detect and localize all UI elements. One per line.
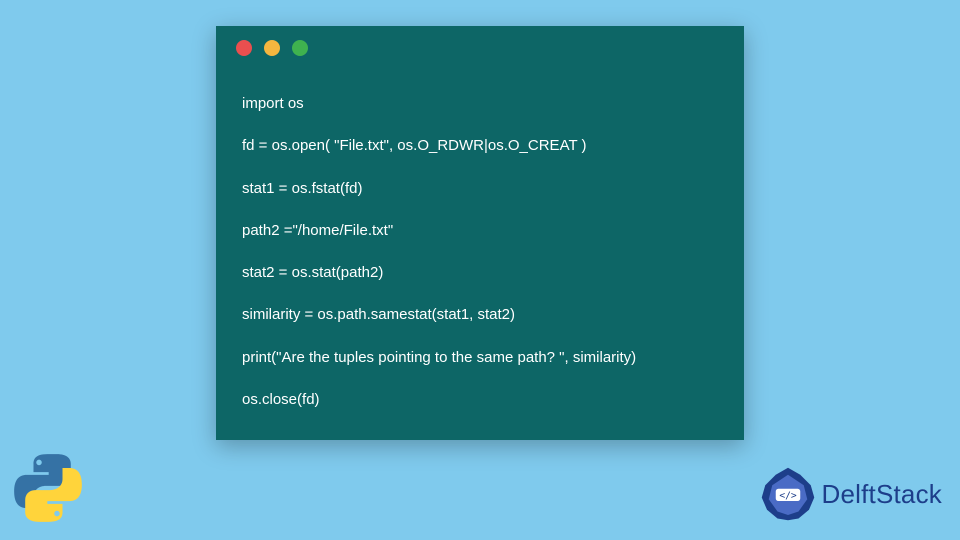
code-line: stat1 = os.fstat(fd) bbox=[242, 179, 718, 199]
svg-text:</>: </> bbox=[779, 490, 797, 501]
code-line: fd = os.open( "File.txt", os.O_RDWR|os.O… bbox=[242, 136, 718, 156]
code-body: import os fd = os.open( "File.txt", os.O… bbox=[216, 62, 744, 452]
brand-logo-icon: </> bbox=[760, 466, 816, 522]
maximize-icon bbox=[292, 40, 308, 56]
code-line: stat2 = os.stat(path2) bbox=[242, 263, 718, 283]
close-icon bbox=[236, 40, 252, 56]
window-titlebar bbox=[216, 26, 744, 62]
code-line: similarity = os.path.samestat(stat1, sta… bbox=[242, 305, 718, 325]
brand-name: DelftStack bbox=[822, 479, 943, 510]
code-line: import os bbox=[242, 94, 718, 114]
minimize-icon bbox=[264, 40, 280, 56]
code-line: path2 ="/home/File.txt" bbox=[242, 221, 718, 241]
code-line: print("Are the tuples pointing to the sa… bbox=[242, 348, 718, 368]
code-window: import os fd = os.open( "File.txt", os.O… bbox=[216, 26, 744, 440]
brand: </> DelftStack bbox=[760, 466, 943, 522]
code-line: os.close(fd) bbox=[242, 390, 718, 410]
python-logo-icon bbox=[10, 450, 86, 526]
